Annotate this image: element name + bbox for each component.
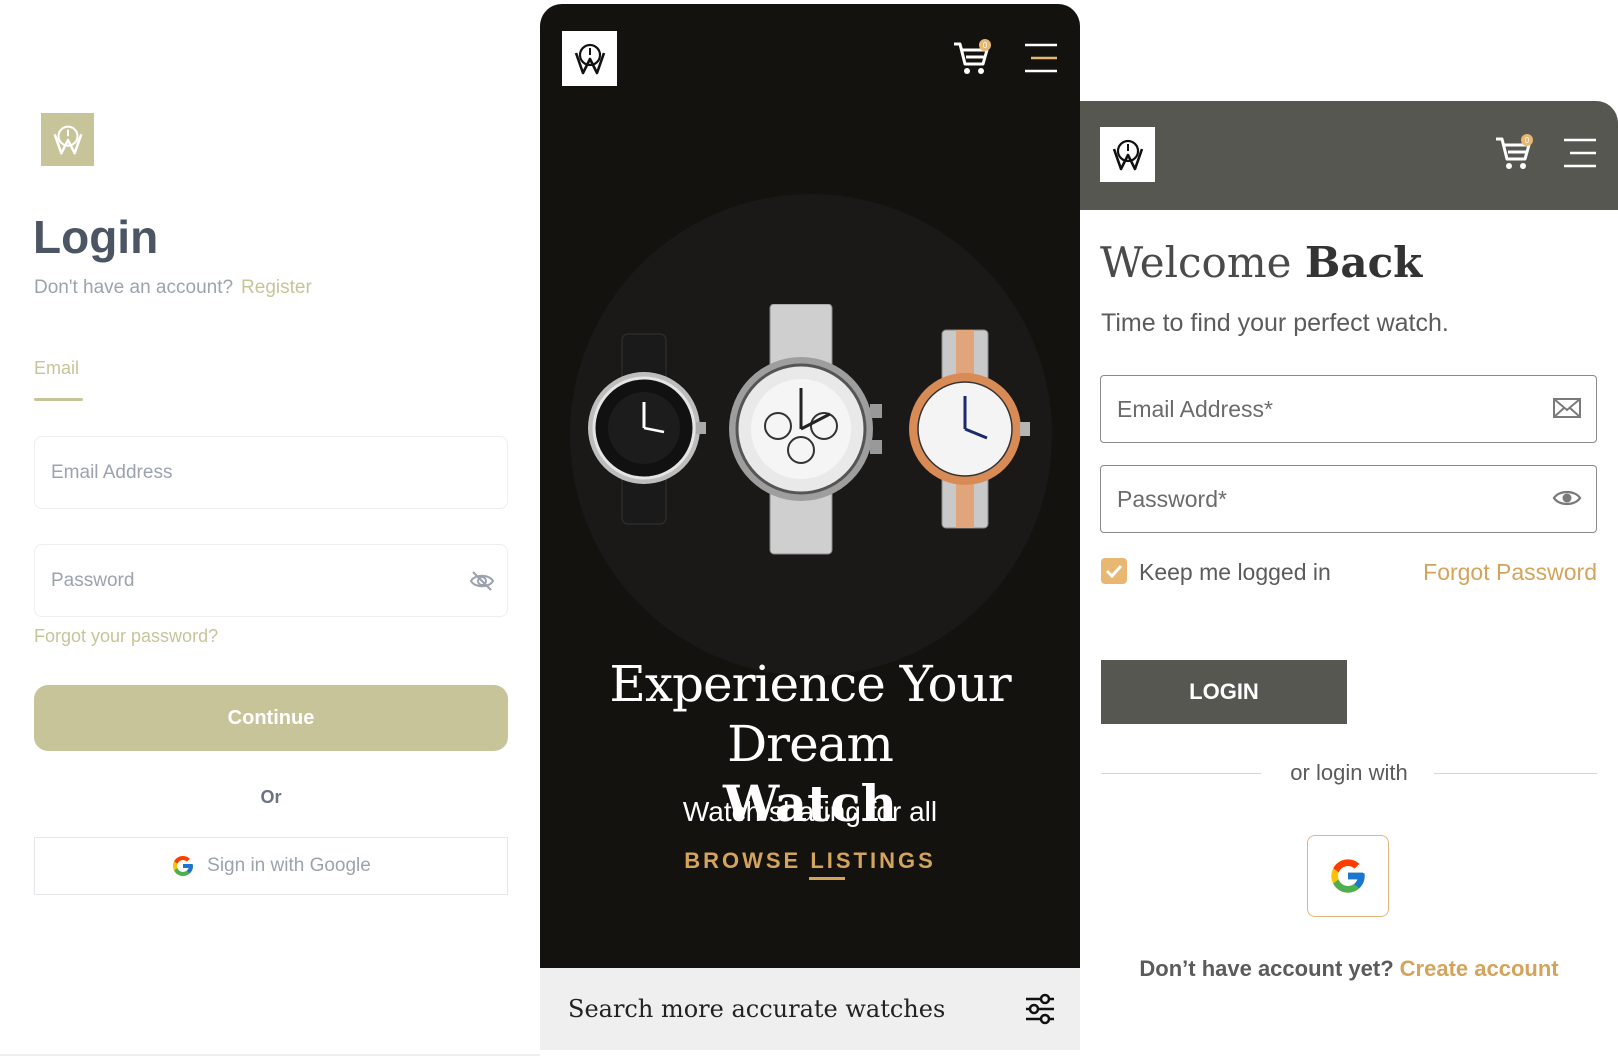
welcome-bold-text: Back bbox=[1304, 238, 1423, 287]
watches-image bbox=[588, 304, 1030, 555]
cart-icon[interactable]: 0 bbox=[952, 38, 992, 78]
email-field[interactable]: Email Address bbox=[34, 436, 508, 509]
page-subtitle: Time to find your perfect watch. bbox=[1101, 309, 1449, 337]
register-prompt: Don't have an account? Register bbox=[34, 277, 312, 299]
hero-tagline: Watch sharing for all bbox=[682, 796, 938, 827]
password-field[interactable]: Password bbox=[34, 544, 508, 617]
divider-right bbox=[1434, 773, 1597, 774]
forgot-password-link[interactable]: Forgot Password bbox=[1423, 559, 1597, 586]
email-field[interactable]: Email Address* bbox=[1100, 375, 1597, 443]
register-link[interactable]: Register bbox=[241, 277, 312, 298]
hero-panel: 0 Experience Your Dream Watch Watch shar… bbox=[540, 4, 1080, 1050]
password-placeholder: Password* bbox=[1117, 485, 1227, 512]
login-panel: Login Don't have an account? Register Ema… bbox=[0, 0, 530, 1059]
browse-listings-link[interactable]: BROWSE LISTINGS bbox=[540, 848, 1080, 874]
email-placeholder: Email Address* bbox=[1117, 395, 1273, 422]
menu-icon[interactable] bbox=[1562, 137, 1598, 169]
mail-icon bbox=[1553, 398, 1581, 418]
browse-underline bbox=[809, 877, 845, 880]
eye-icon[interactable] bbox=[1552, 486, 1582, 510]
google-icon bbox=[1331, 859, 1365, 893]
google-icon bbox=[173, 856, 194, 876]
tab-email[interactable]: Email bbox=[34, 358, 79, 379]
cart-icon[interactable]: 0 bbox=[1494, 133, 1534, 173]
watch-twotone-icon bbox=[909, 329, 1030, 529]
menu-icon[interactable] bbox=[1023, 42, 1059, 74]
search-placeholder: Search more accurate watches bbox=[568, 995, 946, 1023]
watch-logo-icon[interactable] bbox=[1100, 127, 1155, 182]
forgot-password-link[interactable]: Forgot your password? bbox=[34, 626, 218, 647]
cart-count: 0 bbox=[983, 41, 988, 50]
welcome-panel: 0 Welcome Back Time to find your perfect… bbox=[1080, 101, 1618, 1059]
password-placeholder: Password bbox=[51, 569, 135, 591]
search-bar[interactable]: Search more accurate watches bbox=[540, 968, 1080, 1050]
no-account-text: Don’t have account yet? bbox=[1139, 956, 1394, 981]
login-button[interactable]: LOGIN bbox=[1101, 660, 1347, 724]
keep-logged-in-checkbox[interactable] bbox=[1101, 558, 1127, 584]
filter-icon[interactable] bbox=[1023, 992, 1057, 1026]
watch-logo-icon[interactable] bbox=[41, 113, 94, 166]
create-account-prompt: Don’t have account yet? Create account bbox=[1080, 956, 1618, 982]
app-header: 0 bbox=[1080, 101, 1618, 210]
password-field[interactable]: Password* bbox=[1100, 465, 1597, 533]
email-placeholder: Email Address bbox=[51, 461, 173, 483]
eye-off-icon[interactable] bbox=[469, 570, 495, 592]
continue-button[interactable]: Continue bbox=[34, 685, 508, 751]
divider bbox=[0, 1054, 540, 1056]
page-title: Welcome Back bbox=[1100, 238, 1422, 287]
create-account-link[interactable]: Create account bbox=[1400, 956, 1559, 981]
keep-logged-in-label[interactable]: Keep me logged in bbox=[1139, 559, 1331, 586]
page-title: Login bbox=[33, 211, 159, 263]
welcome-text: Welcome bbox=[1100, 238, 1292, 287]
or-divider-text: Or bbox=[260, 787, 282, 807]
tab-active-indicator bbox=[34, 398, 83, 401]
google-login-button[interactable] bbox=[1307, 835, 1389, 917]
no-account-text: Don't have an account? bbox=[34, 277, 234, 298]
watch-diver-icon bbox=[588, 333, 706, 525]
watch-logo-icon[interactable] bbox=[562, 31, 617, 86]
watch-chronograph-icon bbox=[729, 304, 882, 555]
headline-line-1: Experience Your Dream bbox=[609, 655, 1011, 773]
check-icon bbox=[1105, 564, 1123, 579]
google-signin-button[interactable]: Sign in with Google bbox=[34, 837, 508, 895]
cart-count: 0 bbox=[1525, 136, 1530, 145]
google-button-label: Sign in with Google bbox=[207, 855, 371, 876]
